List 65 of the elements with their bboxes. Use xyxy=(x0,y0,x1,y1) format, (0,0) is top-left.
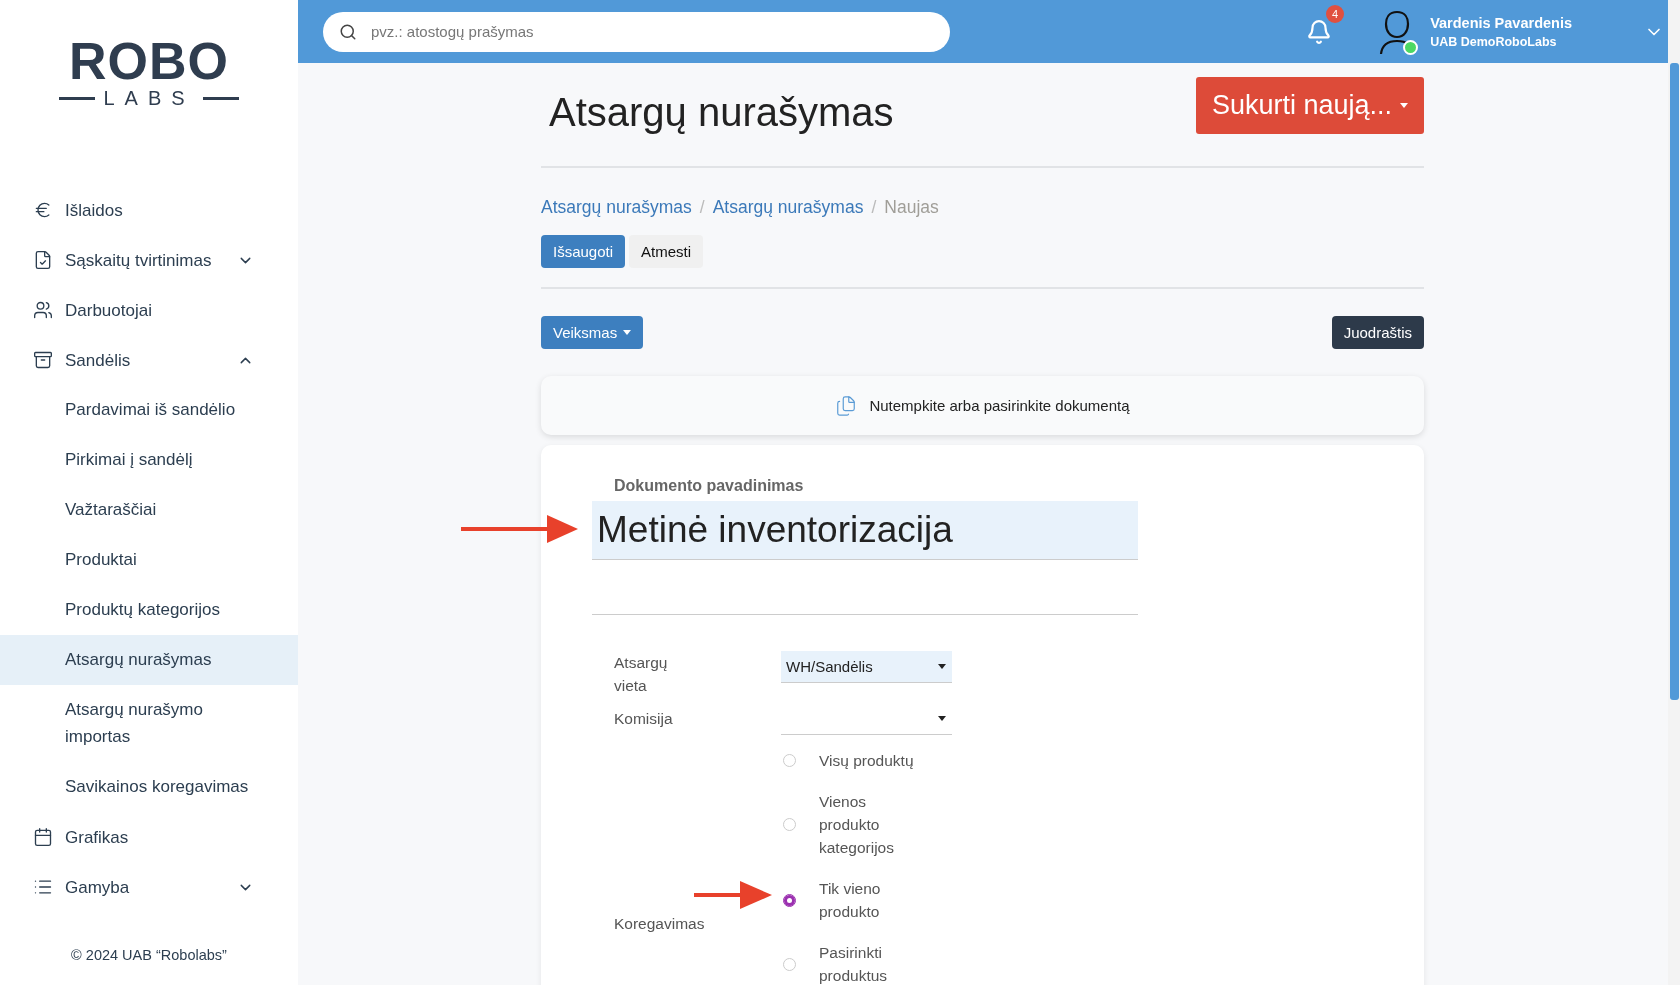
copyright-text: © 2024 UAB “Robolabs” xyxy=(70,946,228,965)
sidebar-item-label: Pardavimai iš sandėlio xyxy=(65,399,237,421)
field-label: Dokumento pavadinimas xyxy=(614,477,805,495)
search-field[interactable]: pvz.: atostogų prašymas xyxy=(369,22,934,41)
sidebar-item[interactable]: Savikainos koregavimas xyxy=(0,762,298,812)
sidebar-item[interactable]: Pirkimai į sandėlį xyxy=(0,435,298,485)
sidebar-item-label: Darbuotojai xyxy=(65,299,153,322)
documents-icon xyxy=(835,394,858,417)
field-label: Komisija xyxy=(614,709,674,729)
company-name: UAB DemoRoboLabs xyxy=(1430,34,1558,49)
sidebar-item-label: Važtaraščiai xyxy=(65,499,158,521)
radio-label: Vienos produkto kategorijos xyxy=(819,792,895,858)
sidebar-item[interactable]: Grafikas xyxy=(0,812,298,862)
scrollbar-drawing[interactable] xyxy=(1668,0,1680,985)
sidebar-item-label: Gamyba xyxy=(65,876,131,899)
document-name-field[interactable]: Metinė inventorizacija xyxy=(592,501,1138,560)
breadcrumb-separator: / xyxy=(699,197,705,218)
breadcrumb-separator: / xyxy=(871,197,877,218)
search-bar[interactable]: pvz.: atostogų prašymas xyxy=(323,11,950,52)
sidebar-item[interactable]: Išlaidos xyxy=(0,185,298,235)
dropzone-text: Nutempkite arba pasirinkite dokumentą xyxy=(869,397,1130,414)
sidebar-item-label: Savikainos koregavimas xyxy=(65,776,250,798)
discard-button[interactable]: Atmesti xyxy=(629,235,704,268)
breadcrumb-current: Naujas xyxy=(884,197,939,218)
upload-dropzone[interactable]: Nutempkite arba pasirinkite dokumentą xyxy=(541,376,1424,435)
create-new-button[interactable]: Sukurti naują... xyxy=(1195,77,1424,134)
radio-label: Visų produktų xyxy=(819,751,914,771)
sidebar-item-label: Sąskaitų tvirtinimas xyxy=(65,249,213,272)
save-button[interactable]: Išsaugoti xyxy=(541,235,626,268)
sidebar-item[interactable]: Produktų kategorijos xyxy=(0,585,298,635)
sidebar-item[interactable]: Gamyba xyxy=(0,862,298,912)
sidebar-item-label: Išlaidos xyxy=(65,199,124,222)
notification-badge: 4 xyxy=(1326,4,1345,23)
sidebar-item[interactable]: Sąskaitų tvirtinimas xyxy=(0,235,298,285)
people-icon xyxy=(33,300,53,320)
breadcrumb-link[interactable]: Atsargų nurašymas xyxy=(541,197,692,218)
field-label: Koregavimas xyxy=(614,914,706,934)
sidebar-item-label: Produktų kategorijos xyxy=(65,599,221,621)
sidebar-item[interactable]: Produktai xyxy=(0,535,298,585)
archive-icon xyxy=(33,350,53,370)
calendar-icon xyxy=(33,827,53,847)
radio-label: Tik vieno produkto xyxy=(819,879,882,922)
bell-icon[interactable] xyxy=(1306,18,1333,45)
sidebar-item[interactable]: Darbuotojai xyxy=(0,285,298,335)
sidebar-item-label: Atsargų nurašymo importas xyxy=(65,699,204,748)
radio-label: Pasirinkti produktus xyxy=(819,943,889,985)
action-dropdown-button[interactable]: Veiksmas xyxy=(541,316,644,349)
sidebar-item[interactable]: Važtaraščiai xyxy=(0,485,298,535)
sidebar-item[interactable]: Pardavimai iš sandėlio xyxy=(0,385,298,435)
sidebar-item[interactable]: Atsargų nurašymo importas xyxy=(0,685,298,762)
sidebar-item-label: Grafikas xyxy=(65,826,130,849)
sidebar-item-label: Produktai xyxy=(65,549,138,571)
user-name: Vardenis Pavardenis xyxy=(1430,14,1572,31)
location-select[interactable]: WH/Sandėlis xyxy=(781,651,952,683)
search-icon xyxy=(339,22,357,41)
status-button[interactable]: Juodraštis xyxy=(1331,316,1424,349)
sidebar-item[interactable]: Sandėlis xyxy=(0,335,298,385)
field-label: Atsargų vieta xyxy=(614,653,669,696)
sidebar-item-label: Pirkimai į sandėlį xyxy=(65,449,194,471)
sidebar-item-label: Sandėlis xyxy=(65,349,132,372)
document-check-icon xyxy=(33,250,53,270)
breadcrumb-link[interactable]: Atsargų nurašymas xyxy=(712,197,864,218)
sidebar-item[interactable]: Atsargų nurašymas xyxy=(0,635,298,685)
sidebar-item-label: Atsargų nurašymas xyxy=(65,649,213,671)
page-title: Atsargų nurašymas xyxy=(549,90,894,135)
